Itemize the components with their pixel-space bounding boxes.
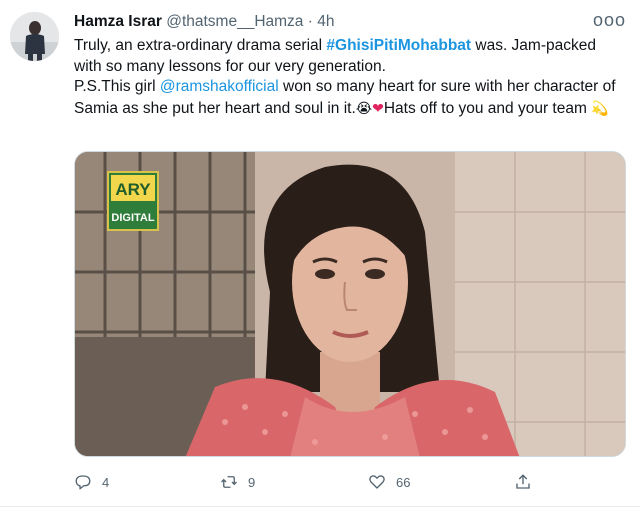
- retweet-icon: [221, 476, 237, 488]
- hashtag-link[interactable]: #GhisiPitiMohabbat: [326, 37, 471, 54]
- retweet-button[interactable]: 9: [220, 470, 255, 494]
- logo-top-text: ARY: [115, 180, 151, 199]
- crying-emoji-icon: 😭: [355, 99, 373, 116]
- author-handle[interactable]: @thatsme__Hamza: [166, 13, 303, 30]
- tweet-media[interactable]: ARY DIGITAL: [74, 151, 626, 457]
- dizzy-emoji-icon: 💫: [591, 99, 609, 116]
- share-icon: [516, 474, 530, 489]
- reply-icon: [75, 475, 91, 490]
- tweet-text: Truly, an extra-ordinary drama serial #G…: [74, 36, 626, 119]
- tweet-header: Hamza Israr @thatsme__Hamza · 4h: [74, 12, 334, 32]
- tweet-text-part: P.S.This girl: [74, 78, 160, 95]
- avatar[interactable]: [10, 12, 59, 61]
- tweet-actions: 4 9 66: [74, 470, 554, 494]
- heart-icon: [369, 475, 385, 489]
- ary-digital-logo: ARY DIGITAL: [107, 171, 159, 231]
- media-image: ARY DIGITAL: [75, 152, 625, 456]
- avatar-image: [10, 12, 59, 61]
- like-button[interactable]: 66: [368, 470, 410, 494]
- separator-dot: ·: [307, 13, 313, 30]
- like-count: 66: [396, 474, 411, 490]
- mention-link[interactable]: @ramshakofficial: [160, 78, 279, 95]
- heart-emoji-icon: ❤: [372, 99, 384, 116]
- share-button[interactable]: [514, 470, 532, 494]
- tweet-text-part: Truly, an extra-ordinary drama serial: [74, 37, 327, 54]
- reply-count: 4: [102, 474, 110, 490]
- reply-button[interactable]: 4: [74, 470, 109, 494]
- timestamp[interactable]: 4h: [317, 13, 334, 30]
- tweet-card[interactable]: Hamza Israr @thatsme__Hamza · 4h ooo Tru…: [0, 0, 640, 507]
- author-name[interactable]: Hamza Israr: [74, 13, 162, 30]
- more-options-button[interactable]: ooo: [593, 10, 626, 31]
- logo-bottom-text: DIGITAL: [111, 212, 154, 224]
- retweet-count: 9: [248, 474, 256, 490]
- tweet-text-part: Hats off to you and your team: [383, 99, 592, 117]
- more-icon: ooo: [592, 10, 626, 30]
